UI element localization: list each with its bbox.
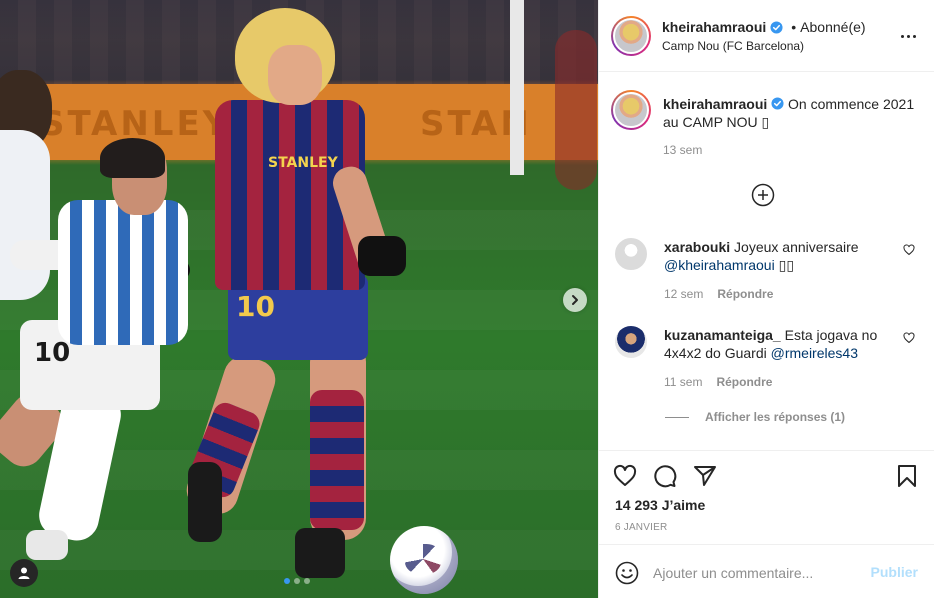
like-heart-icon[interactable]: [613, 464, 637, 488]
comment-tail: ▯▯: [774, 257, 795, 273]
more-dot: [912, 34, 916, 38]
comment-like-heart-icon[interactable]: [903, 332, 915, 344]
jersey-sponsor: STANLEY: [268, 155, 338, 171]
avatar-image: [613, 18, 649, 54]
replies-divider: [665, 416, 689, 418]
commenter-username[interactable]: kuzanamanteiga_: [664, 327, 781, 343]
post-actions: [599, 450, 934, 500]
comment-bubble-icon[interactable]: [653, 464, 677, 488]
comment-meta: 11 sem Répondre: [664, 375, 915, 389]
post-photo[interactable]: STANLEY STAN 10 STANLEY 10: [0, 0, 598, 598]
user-icon: [18, 567, 30, 579]
location-link[interactable]: Camp Nou (FC Barcelona): [662, 39, 804, 53]
opponent-shoe: [26, 530, 68, 560]
author-username[interactable]: kheirahamraoui: [662, 19, 766, 35]
chevron-right-icon: [572, 295, 578, 305]
publish-button[interactable]: Publier: [871, 564, 918, 580]
post-header: kheirahamraoui • Abonné(e) Camp Nou (FC …: [599, 0, 934, 72]
emoji-icon[interactable]: [615, 561, 639, 585]
player-left-body: [0, 130, 50, 300]
post-date[interactable]: 6 JANVIER: [615, 522, 667, 533]
separator: •: [791, 19, 797, 35]
opponent-hair: [100, 138, 165, 178]
reply-button[interactable]: Répondre: [717, 287, 773, 301]
carousel-dot-active: [284, 578, 290, 584]
opponent-shirt: [58, 200, 188, 345]
likes-count[interactable]: 14 293 J’aime: [615, 497, 705, 513]
verified-badge-icon: [770, 20, 783, 34]
caption-avatar[interactable]: [611, 90, 651, 130]
avatar-image: [613, 92, 649, 128]
carousel-dot: [304, 578, 310, 584]
comment-mention[interactable]: @kheirahamraoui: [664, 257, 775, 273]
carousel-dot: [294, 578, 300, 584]
share-paper-plane-icon[interactable]: [693, 464, 717, 488]
comment-like-heart-icon[interactable]: [903, 244, 915, 256]
more-options-button[interactable]: [896, 26, 920, 46]
comment-item: xarabouki Joyeux anniversaire @kheiraham…: [615, 238, 915, 301]
verified-badge-icon: [771, 97, 784, 110]
commenter-avatar[interactable]: [615, 238, 647, 270]
next-photo-button[interactable]: [563, 288, 587, 312]
author-avatar[interactable]: [611, 16, 651, 56]
load-more-comments-icon[interactable]: [751, 183, 775, 207]
player-sock: [310, 390, 364, 530]
comment-time: 12 sem: [664, 287, 704, 301]
comment-item: kuzanamanteiga_ Esta jogava no 4x4x2 do …: [615, 326, 915, 389]
post-caption: kheirahamraoui On commence 2021 au CAMP …: [611, 90, 921, 157]
instagram-post: STANLEY STAN 10 STANLEY 10 kheirahamraou…: [0, 0, 935, 598]
add-comment-bar: Publier: [599, 544, 934, 598]
player-glove: [358, 236, 406, 276]
carousel-indicator: [284, 578, 310, 584]
view-replies-label: Afficher les réponses (1): [705, 410, 846, 424]
view-replies-button[interactable]: Afficher les réponses (1): [665, 410, 845, 424]
more-dot: [906, 34, 910, 38]
commenter-avatar[interactable]: [615, 326, 647, 358]
jersey-number: 10: [236, 290, 275, 323]
comment-body: Joyeux anniversaire: [734, 239, 859, 255]
player-boot: [295, 528, 345, 578]
opponent-number: 10: [34, 338, 71, 368]
caption-username[interactable]: kheirahamraoui: [663, 96, 767, 112]
player-boot: [188, 462, 222, 542]
comment-time: 11 sem: [664, 375, 703, 389]
comment-mention[interactable]: @rmeireles43: [771, 345, 858, 361]
post-side-panel: kheirahamraoui • Abonné(e) Camp Nou (FC …: [598, 0, 935, 598]
reply-button[interactable]: Répondre: [716, 375, 772, 389]
tagged-users-button[interactable]: [10, 559, 38, 587]
caption-text: kheirahamraoui On commence 2021 au CAMP …: [663, 90, 921, 131]
background-player: [555, 30, 597, 190]
caption-time: 13 sem: [663, 143, 703, 157]
football: [390, 526, 458, 594]
commenter-username[interactable]: xarabouki: [664, 239, 730, 255]
comment-meta: 12 sem Répondre: [664, 287, 915, 301]
author-line: kheirahamraoui • Abonné(e): [662, 19, 866, 35]
comment-input[interactable]: [653, 563, 853, 583]
save-bookmark-icon[interactable]: [895, 464, 919, 488]
comment-text: xarabouki Joyeux anniversaire @kheiraham…: [664, 238, 894, 274]
comment-text: kuzanamanteiga_ Esta jogava no 4x4x2 do …: [664, 326, 894, 362]
player-face: [268, 45, 322, 105]
follow-status[interactable]: Abonné(e): [800, 19, 865, 35]
goalpost: [510, 0, 524, 175]
more-horizontal-icon: [900, 34, 904, 38]
